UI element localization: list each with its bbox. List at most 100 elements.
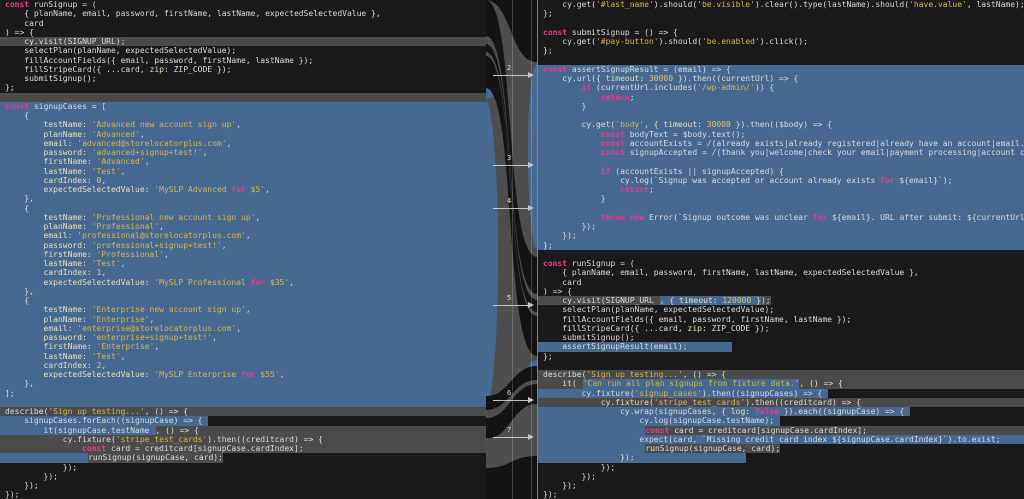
left-code-panel[interactable]: const runSignup = ( { planName, email, p… bbox=[0, 0, 487, 499]
code-line bbox=[538, 204, 1024, 213]
code-token: 'Professional' bbox=[87, 222, 159, 231]
merge-arrow-number: 5 bbox=[507, 295, 511, 302]
code-token: , bbox=[121, 167, 126, 176]
code-segment: }); bbox=[0, 481, 39, 490]
merge-arrow-shaft bbox=[493, 165, 529, 166]
code-token: expectedSelectedValue: bbox=[5, 370, 150, 379]
code-line: }); bbox=[0, 472, 486, 481]
code-line: cy.fixture('signup_cases').then((signupC… bbox=[538, 389, 1024, 398]
code-token: }); bbox=[5, 481, 39, 490]
code-line: ]; bbox=[0, 389, 486, 398]
merge-arrow-shaft bbox=[493, 75, 529, 76]
code-segment: planName: 'Advanced', bbox=[0, 130, 486, 139]
code-segment: { bbox=[0, 111, 486, 120]
code-token: $5' bbox=[246, 185, 265, 194]
code-segment: return; bbox=[538, 185, 1024, 194]
code-token: return bbox=[601, 93, 630, 102]
code-segment: cy.get('body', { timeout: 30000 }).then(… bbox=[538, 120, 1024, 129]
merge-arrow-shaft bbox=[493, 437, 529, 438]
code-segment: const runSignup = ( bbox=[0, 0, 97, 9]
code-token: lastName: bbox=[5, 167, 87, 176]
code-segment: testName: 'Enterprise new account sign u… bbox=[0, 305, 486, 314]
code-line: expectedSelectedValue: 'MySLP Profession… bbox=[0, 278, 486, 287]
code-line: }, bbox=[0, 287, 486, 296]
code-token: , { bbox=[644, 120, 663, 129]
code-token: }); bbox=[5, 490, 19, 499]
code-token: const bbox=[543, 259, 567, 268]
code-line: planName: 'Professional', bbox=[0, 222, 486, 231]
code-token: email: bbox=[5, 139, 72, 148]
code-token: 'Professional' bbox=[92, 250, 164, 259]
code-line: card bbox=[538, 278, 1024, 287]
code-line: planName: 'Advanced', bbox=[0, 130, 486, 139]
code-segment: , () => { bbox=[799, 379, 1024, 388]
code-token bbox=[543, 139, 601, 148]
code-token: cy.log(signupCase.testName); bbox=[543, 416, 774, 425]
code-line: fillStripeCard({ ...card, zip: ZIP_CODE … bbox=[538, 324, 1024, 333]
merge-arrow-7[interactable]: 7 bbox=[491, 428, 537, 444]
code-segment: const bodyText = $body.text(); bbox=[538, 130, 1024, 139]
code-token: , bbox=[101, 361, 106, 370]
merge-arrow-4[interactable]: 4 bbox=[491, 199, 537, 215]
code-token: ZIP_CODE }); bbox=[169, 65, 232, 74]
code-segment bbox=[538, 157, 1024, 166]
code-segment: email: 'enterprise@storelocatorplus.com'… bbox=[0, 324, 486, 333]
code-segment: const runSignup = ( bbox=[538, 259, 635, 268]
code-segment: expectedSelectedValue: 'MySLP Enterprise… bbox=[0, 370, 486, 379]
code-segment: ) => { bbox=[0, 28, 34, 37]
merge-arrow-shaft bbox=[493, 400, 529, 401]
code-segment: } bbox=[538, 102, 1024, 111]
merge-arrow-2[interactable]: 2 bbox=[491, 66, 537, 82]
code-token bbox=[543, 148, 601, 157]
right-code-panel[interactable]: cy.get('#last_name').should('be.visible'… bbox=[537, 0, 1024, 499]
code-line: cy.get('body', { timeout: 30000 }).then(… bbox=[538, 120, 1024, 129]
code-segment: firstName: 'Advanced', bbox=[0, 157, 486, 166]
code-line: const submitSignup = () => { bbox=[538, 28, 1024, 37]
code-segment: selectPlan(planName, expectedSelectedVal… bbox=[0, 46, 236, 55]
code-segment: cy.get('#pay-button').should('be.enabled… bbox=[538, 37, 808, 46]
code-line: password: 'enterprise+signup+test!', bbox=[0, 333, 486, 342]
code-line: email: 'enterprise@storelocatorplus.com'… bbox=[0, 324, 486, 333]
merge-arrow-number: 4 bbox=[507, 198, 511, 205]
code-segment bbox=[538, 361, 543, 370]
code-token: submitSignup(); bbox=[543, 333, 635, 342]
code-segment: const card = creditcard[signupCase.cardI… bbox=[645, 426, 1024, 435]
code-segment: cardIndex: 0, bbox=[0, 176, 486, 185]
code-token: (currentUrl.includes( bbox=[591, 83, 697, 92]
code-line: testName: 'Advanced new account sign up'… bbox=[0, 120, 486, 129]
code-segment: password: 'professional+signup+test!', bbox=[0, 241, 486, 250]
code-token: const bbox=[543, 65, 567, 74]
code-token: 'signup_cases' bbox=[635, 389, 702, 398]
code-token: cy.visit(SIGNUP_URL); bbox=[5, 37, 125, 46]
code-token: planName: bbox=[5, 222, 87, 231]
merge-arrow-3[interactable]: 3 bbox=[491, 156, 537, 172]
code-line: runSignup(signupCase, card); bbox=[538, 444, 1024, 453]
code-token: 'Test' bbox=[87, 259, 121, 268]
code-token: , bbox=[255, 213, 260, 222]
code-line: cy.log(`Signup was accepted or account a… bbox=[538, 176, 1024, 185]
code-segment: , () => { bbox=[156, 426, 487, 435]
code-segment: runSignup(signupCase, card); bbox=[645, 444, 780, 453]
code-token: }); bbox=[5, 472, 58, 481]
code-token: , bbox=[222, 241, 227, 250]
code-token: ZIP_CODE }); bbox=[707, 324, 770, 333]
code-segment: submitSignup(); bbox=[0, 74, 97, 83]
code-token: { bbox=[5, 296, 29, 305]
code-segment: submitSignup(); bbox=[538, 333, 635, 342]
merge-arrow-6[interactable]: 6 bbox=[491, 391, 537, 407]
code-line: password: 'advanced+signup+test!', bbox=[0, 148, 486, 157]
code-token: expectedSelectedValue: bbox=[5, 185, 150, 194]
code-segment: signupCases.forEach((signupCase) => { bbox=[0, 416, 208, 425]
merge-arrow-shaft bbox=[493, 208, 529, 209]
code-segment: planName: 'Enterprise', bbox=[0, 315, 486, 324]
code-line: signupCases.forEach((signupCase) => { bbox=[0, 416, 486, 425]
merge-arrow-5[interactable]: 5 bbox=[491, 296, 537, 312]
code-token: , bbox=[227, 139, 232, 148]
code-line: submitSignup(); bbox=[0, 74, 486, 83]
code-token bbox=[543, 426, 639, 435]
code-segment: cy.fixture('stripe_test_cards').then((cr… bbox=[0, 435, 486, 444]
code-token: describe( bbox=[543, 370, 586, 379]
code-line: cy.fixture('stripe_test_cards').then((cr… bbox=[538, 398, 1024, 407]
code-segment: }, bbox=[0, 194, 486, 203]
code-token: zip: bbox=[150, 65, 169, 74]
